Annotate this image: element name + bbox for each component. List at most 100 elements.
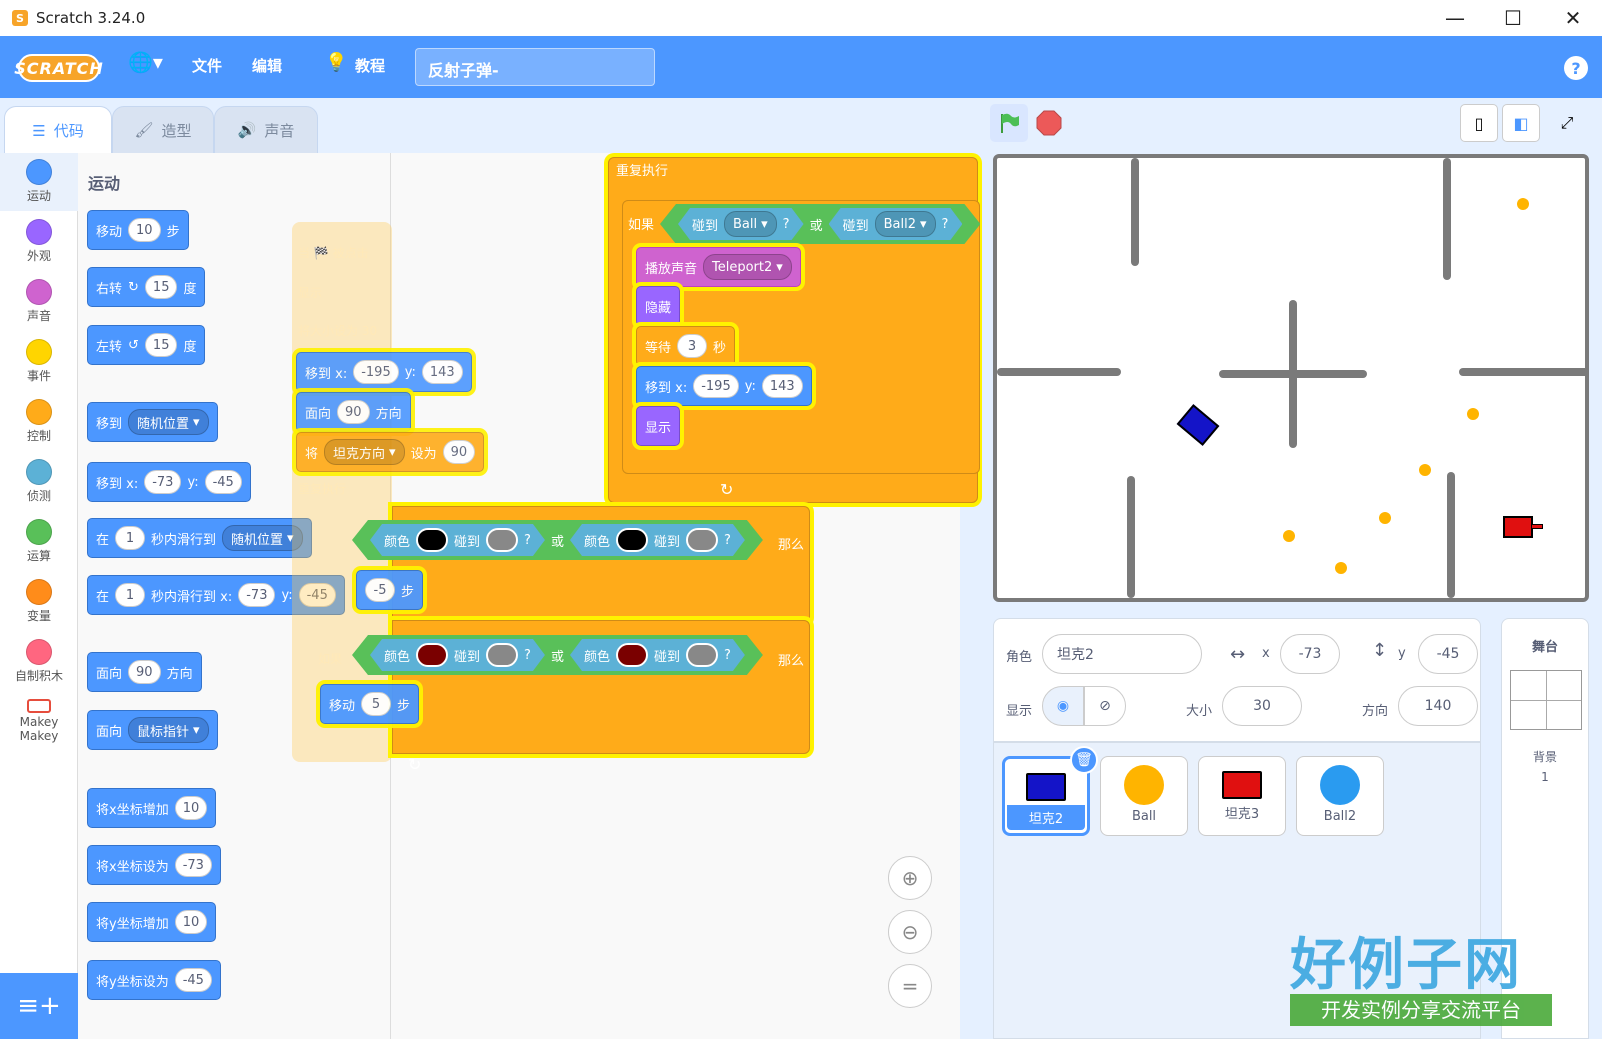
- block-goto-xy[interactable]: 移到 x: -73 y: -45: [87, 462, 251, 502]
- small-stage-icon[interactable]: ▯: [1460, 104, 1498, 142]
- block-wait[interactable]: 等待 3 秒: [636, 326, 736, 366]
- category-item[interactable]: 自制积木: [0, 633, 78, 691]
- category-dot-icon: [26, 579, 52, 605]
- red-tank-sprite[interactable]: [1503, 516, 1533, 538]
- speaker-icon: 🔊: [237, 121, 257, 139]
- category-label: 自制积木: [14, 669, 63, 683]
- zoom-out-icon[interactable]: ⊖: [888, 910, 932, 954]
- category-item[interactable]: 运算: [0, 513, 78, 571]
- category-label: 事件: [26, 369, 51, 383]
- watermark-tagline: 开发实例分享交流平台: [1290, 994, 1552, 1026]
- stop-icon[interactable]: [1030, 104, 1068, 142]
- category-item[interactable]: Makey Makey: [0, 693, 78, 751]
- sprite-thumbnail[interactable]: Ball2: [1296, 756, 1384, 836]
- tab-costumes[interactable]: 🖌 造型: [112, 106, 214, 154]
- blue-tank-sprite[interactable]: [1176, 404, 1220, 446]
- close-button[interactable]: ✕: [1544, 0, 1602, 36]
- zoom-in-icon[interactable]: ⊕: [888, 856, 932, 900]
- block-hide[interactable]: 隐藏: [636, 286, 681, 326]
- category-item[interactable]: 侦测: [0, 453, 78, 511]
- category-item[interactable]: 运动: [0, 153, 78, 211]
- bullet-ball: [1419, 464, 1431, 476]
- stage-canvas[interactable]: [993, 154, 1589, 602]
- sprite-thumbnail-image: [1222, 771, 1262, 799]
- category-item[interactable]: 事件: [0, 333, 78, 391]
- block-show-right[interactable]: 显示: [636, 406, 681, 446]
- delete-sprite-icon[interactable]: 🗑: [1070, 746, 1098, 774]
- bullet-ball: [1283, 530, 1295, 542]
- show-visible-eye-icon[interactable]: ◉: [1042, 686, 1084, 726]
- size-input[interactable]: 30: [1222, 686, 1302, 726]
- block-goto-xy-right[interactable]: 移到 x: -195 y: 143: [636, 366, 812, 406]
- sprite-name-input[interactable]: 坦克2: [1042, 634, 1202, 674]
- menu-bar: SCRATCH 🌐▾ 文件 编辑 💡 教程 反射子弹- ?: [0, 36, 1602, 98]
- minimize-button[interactable]: —: [1426, 0, 1484, 36]
- direction-input[interactable]: 140: [1398, 686, 1478, 726]
- add-extension-button[interactable]: ≡+: [0, 973, 78, 1039]
- sprite-thumbnail-image: [1026, 773, 1066, 801]
- sprite-thumbnail[interactable]: Ball: [1100, 756, 1188, 836]
- color-touch-condition-1[interactable]: 颜色 碰到? 或 颜色 碰到?: [352, 520, 763, 560]
- red-tank-barrel: [1531, 524, 1543, 529]
- color-touch-condition-2[interactable]: 颜色 碰到? 或 颜色 碰到?: [352, 635, 763, 675]
- rotate-right-icon: ↻: [128, 279, 139, 295]
- rotate-left-icon: ↺: [128, 337, 139, 353]
- block-move-left-1[interactable]: -5 步: [356, 570, 424, 610]
- sprite-thumbnail[interactable]: 坦克3: [1198, 756, 1286, 836]
- category-item[interactable]: 声音: [0, 273, 78, 331]
- category-item[interactable]: 外观: [0, 213, 78, 271]
- project-title-input[interactable]: 反射子弹-: [415, 48, 655, 86]
- direction-label: 方向: [1362, 704, 1389, 719]
- sprite-name-label: Ball: [1131, 809, 1157, 824]
- category-item[interactable]: 变量: [0, 573, 78, 631]
- maximize-button[interactable]: ☐: [1484, 0, 1542, 36]
- x-label: x: [1262, 646, 1270, 661]
- or-condition[interactable]: 碰到 Ball ▾? 或 碰到 Ball2 ▾?: [660, 204, 980, 244]
- block-turn-right[interactable]: 右转 ↻ 15 度: [87, 267, 206, 307]
- block-play-sound[interactable]: 播放声音 Teleport2 ▾: [636, 247, 801, 287]
- normal-stage-icon[interactable]: ◧: [1502, 104, 1540, 142]
- help-icon[interactable]: ?: [1564, 56, 1588, 80]
- block-point-towards[interactable]: 面向 鼠标指针 ▾: [87, 710, 218, 750]
- x-input[interactable]: -73: [1280, 634, 1340, 674]
- category-label: 运算: [26, 549, 51, 563]
- tab-sounds[interactable]: 🔊 声音: [214, 106, 318, 154]
- lightbulb-icon[interactable]: 💡: [325, 52, 347, 73]
- y-input[interactable]: -45: [1418, 634, 1478, 674]
- scratch-logo[interactable]: SCRATCH: [14, 54, 103, 82]
- block-point-direction[interactable]: 面向 90 方向: [87, 652, 202, 692]
- block-move-left-2[interactable]: 移动 5 步: [320, 684, 420, 724]
- block-glide-to[interactable]: 在 1 秒内滑行到 随机位置 ▾: [87, 518, 312, 558]
- sprite-name-label: 坦克2: [1007, 805, 1085, 830]
- block-set-variable[interactable]: 将坦克方向 ▾ 设为 90: [296, 432, 485, 472]
- menu-tutorials[interactable]: 教程: [355, 55, 385, 76]
- language-globe-icon[interactable]: 🌐▾: [128, 50, 163, 74]
- block-point-left[interactable]: 面向 90 方向: [296, 392, 411, 432]
- backdrop-thumbnail[interactable]: [1510, 670, 1582, 730]
- block-change-x[interactable]: 将x坐标增加 10: [87, 788, 217, 828]
- block-goto[interactable]: 移到 随机位置 ▾: [87, 402, 218, 442]
- block-change-y[interactable]: 将y坐标增加 10: [87, 902, 217, 942]
- category-item[interactable]: 控制: [0, 393, 78, 451]
- stage-panel-title: 舞台: [1531, 640, 1558, 655]
- chevron-down-icon: ▾: [776, 259, 783, 275]
- menu-file[interactable]: 文件: [192, 55, 222, 76]
- zoom-reset-icon[interactable]: =: [888, 964, 932, 1008]
- fullscreen-icon[interactable]: ⤢: [1548, 104, 1586, 142]
- block-set-x[interactable]: 将x坐标设为 -73: [87, 845, 221, 885]
- block-set-y[interactable]: 将y坐标设为 -45: [87, 960, 221, 1000]
- category-label: 变量: [26, 609, 51, 623]
- watermark-brand: 好例子网: [1290, 933, 1522, 998]
- menu-edit[interactable]: 编辑: [252, 55, 282, 76]
- app-icon: S: [12, 10, 28, 26]
- block-goto-xy-left[interactable]: 移到 x: -195 y: 143: [296, 352, 472, 392]
- category-label: 外观: [26, 249, 51, 263]
- category-dot-icon: [26, 519, 52, 545]
- green-flag-icon[interactable]: [990, 104, 1028, 142]
- show-hidden-eye-icon[interactable]: ⊘: [1084, 686, 1126, 726]
- block-turn-left[interactable]: 左转 ↺ 15 度: [87, 325, 206, 365]
- maze-wall: [1131, 158, 1139, 266]
- tab-code[interactable]: ☰ 代码: [4, 106, 112, 154]
- title-bar: S Scratch 3.24.0 — ☐ ✕: [0, 0, 1602, 36]
- block-move-steps[interactable]: 移动 10 步: [87, 210, 189, 250]
